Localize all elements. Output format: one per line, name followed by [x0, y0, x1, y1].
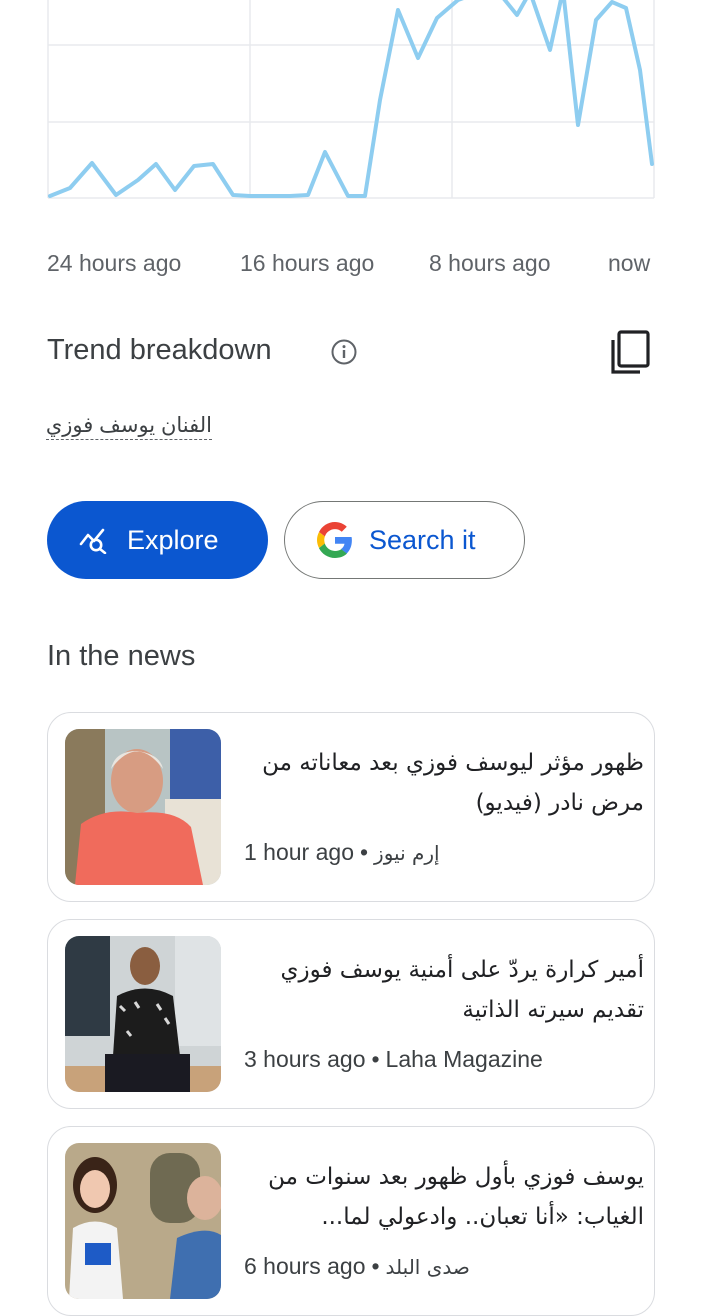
search-it-button[interactable]: Search it: [284, 501, 525, 579]
search-it-label: Search it: [369, 524, 476, 555]
news-source: Laha Magazine: [385, 1046, 543, 1072]
trend-query-text: الفنان يوسف فوزي: [45, 414, 212, 440]
chart-x-axis: 24 hours ago 16 hours ago 8 hours ago no…: [0, 250, 701, 284]
trend-chart-plot: [47, 0, 655, 199]
news-card[interactable]: ظهور مؤثر ليوسف فوزي بعد معاناته من مرض …: [47, 712, 655, 902]
news-thumbnail: [65, 729, 221, 885]
chart-grid: [47, 0, 655, 199]
news-meta: 6 hours ago • صدى البلد: [244, 1253, 470, 1280]
separator-dot: •: [371, 1046, 380, 1072]
separator-dot: •: [371, 1253, 380, 1279]
news-time: 6 hours ago: [244, 1253, 366, 1279]
explore-label: Explore: [127, 524, 219, 555]
news-thumbnail: [65, 1143, 221, 1299]
news-title: ظهور مؤثر ليوسف فوزي بعد معاناته من مرض …: [262, 750, 644, 816]
news-card[interactable]: يوسف فوزي بأول ظهور بعد سنوات من الغياب:…: [47, 1126, 655, 1316]
news-meta: 1 hour ago • إرم نيوز: [244, 839, 440, 866]
google-icon: [317, 522, 352, 558]
x-tick-label: 16 hours ago: [240, 250, 375, 276]
trend-line: [48, 0, 654, 198]
news-title: يوسف فوزي بأول ظهور بعد سنوات من الغياب:…: [268, 1164, 644, 1230]
trend-breakdown-header: Trend breakdown: [47, 330, 657, 376]
news-source: صدى البلد: [385, 1255, 470, 1279]
x-tick-label: now: [608, 250, 651, 276]
explore-icon: [79, 528, 107, 554]
x-tick-label: 24 hours ago: [47, 250, 182, 276]
info-icon[interactable]: [330, 338, 358, 366]
news-thumbnail: [65, 936, 221, 1092]
news-time: 3 hours ago: [244, 1046, 366, 1072]
news-title: أمير كرارة يردّ على أمنية يوسف فوزي تقدي…: [280, 957, 644, 1023]
trend-chart: [0, 0, 701, 210]
explore-button[interactable]: Explore: [47, 501, 268, 579]
news-heading: In the news: [47, 640, 196, 672]
news-meta: 3 hours ago • Laha Magazine: [244, 1046, 543, 1073]
news-card[interactable]: أمير كرارة يردّ على أمنية يوسف فوزي تقدي…: [47, 919, 655, 1109]
x-tick-label: 8 hours ago: [429, 250, 551, 276]
separator-dot: •: [359, 839, 369, 865]
copy-icon[interactable]: [610, 330, 652, 376]
news-source: إرم نيوز: [374, 841, 440, 865]
news-time: 1 hour ago: [244, 839, 354, 865]
trend-query-chip[interactable]: الفنان يوسف فوزي: [0, 413, 212, 440]
trend-breakdown-title: Trend breakdown: [47, 334, 272, 366]
